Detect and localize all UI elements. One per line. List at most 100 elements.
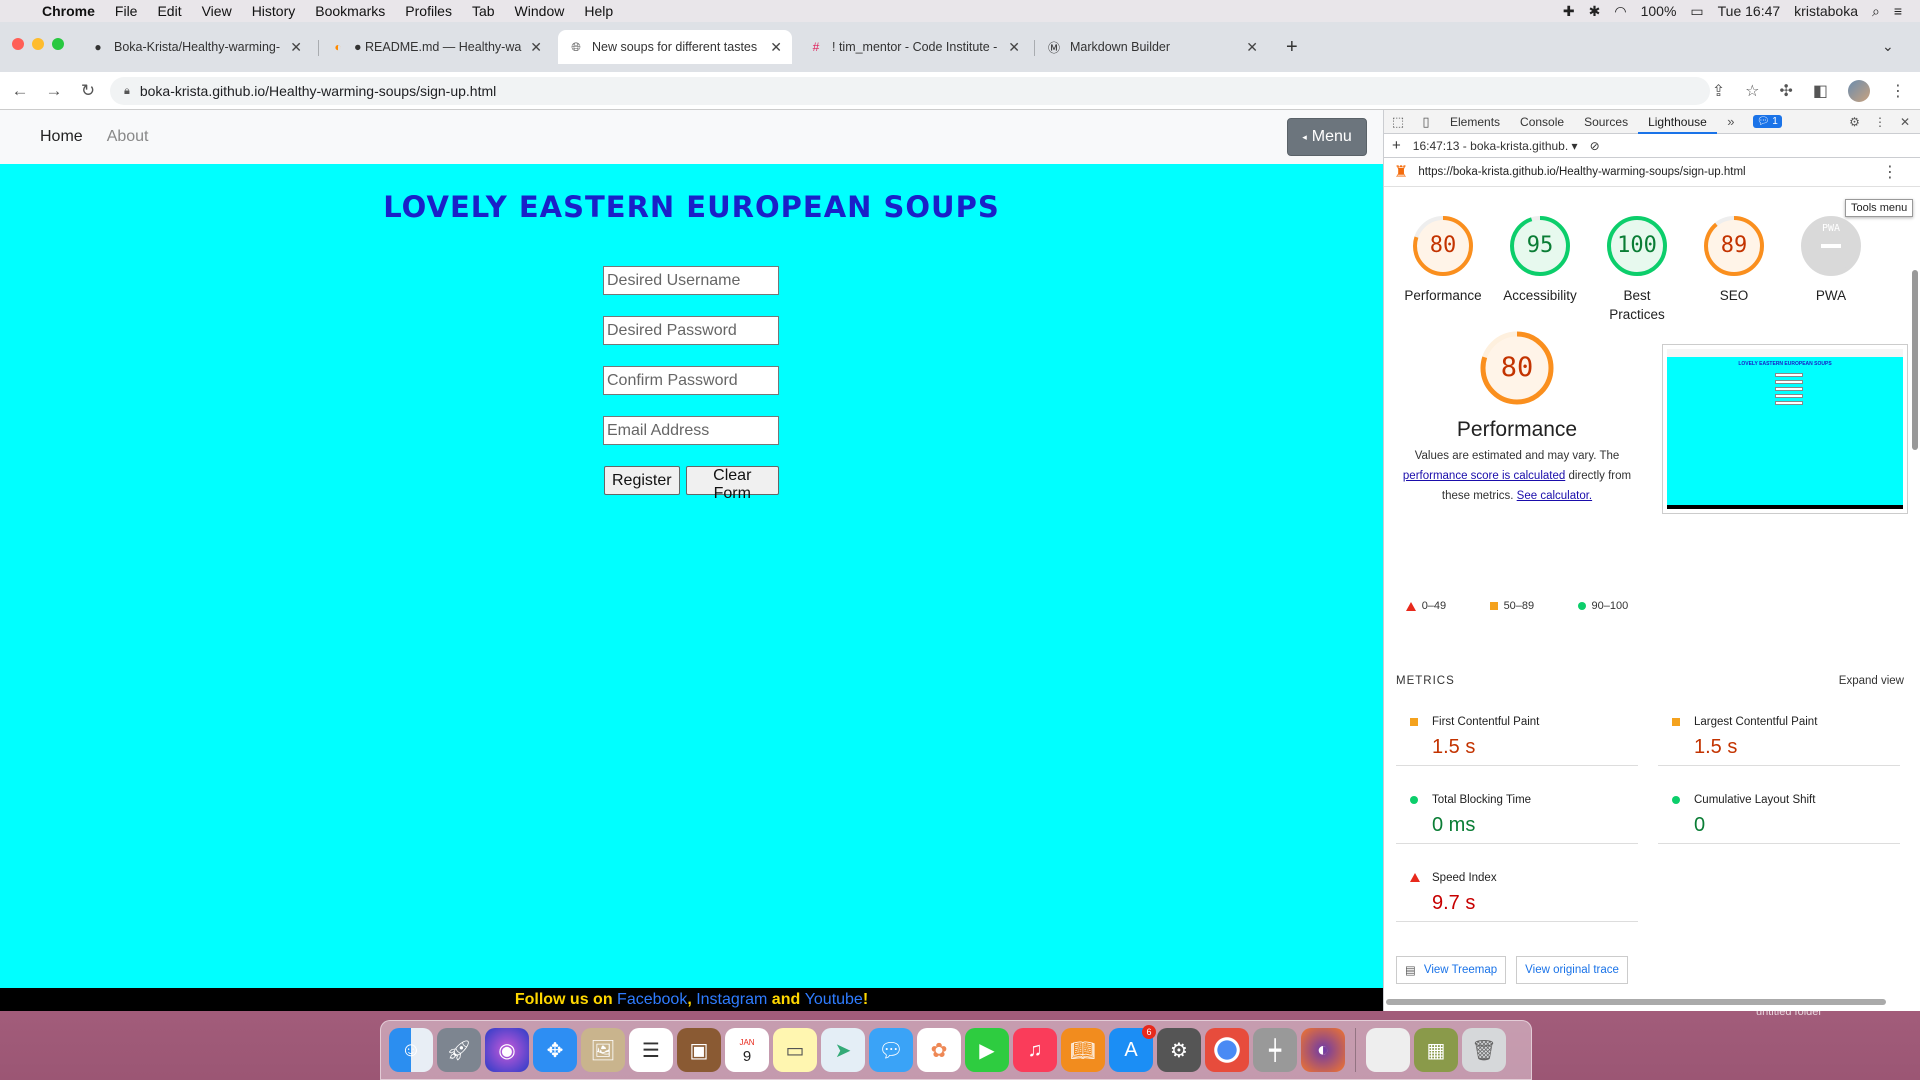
forward-arrow-icon[interactable]: → [40, 81, 68, 101]
app-store-icon[interactable]: A6 [1109, 1025, 1156, 1072]
chrome-icon[interactable] [1205, 1028, 1249, 1072]
user-name[interactable]: kristaboka [1794, 3, 1858, 19]
close-tab-icon[interactable]: ✕ [1008, 39, 1020, 56]
score-gauge-pwa[interactable]: PWA PWA [1792, 214, 1870, 324]
siri-icon[interactable]: ◉ [485, 1028, 529, 1072]
battery-percent[interactable]: 100% [1641, 3, 1677, 19]
devtools-horizontal-scrollbar[interactable] [1386, 999, 1886, 1005]
books-icon[interactable]: 📖︎ [1061, 1028, 1105, 1072]
maps-icon[interactable]: ➤ [821, 1028, 865, 1072]
devtools-tab-console[interactable]: Console [1510, 110, 1574, 134]
new-report-plus-icon[interactable]: + [1392, 137, 1401, 154]
close-devtools-icon[interactable]: ✕ [1900, 115, 1910, 129]
devtools-tab-elements[interactable]: Elements [1440, 110, 1510, 134]
youtube-link[interactable]: Youtube [805, 991, 863, 1008]
report-selector[interactable]: 16:47:13 - boka-krista.github. ▾ [1413, 139, 1578, 153]
view-trace-button[interactable]: View original trace [1516, 956, 1628, 984]
reload-icon[interactable]: ↻ [74, 81, 102, 101]
tab-slack[interactable]: # ! tim_mentor - Code Institute - ✕ [798, 30, 1030, 64]
menu-history[interactable]: History [242, 3, 306, 19]
reminders-icon[interactable]: ☰ [629, 1028, 673, 1072]
tab-markdown-builder[interactable]: Ⓜ Markdown Builder ✕ [1036, 30, 1268, 64]
settings-gear-icon[interactable]: ⚙ [1849, 115, 1860, 129]
inspect-element-icon[interactable]: ⬚ [1384, 114, 1412, 130]
chrome-menu-kebab-icon[interactable]: ⋮ [1890, 81, 1906, 101]
device-toolbar-icon[interactable]: ▯ [1412, 114, 1440, 130]
utility-app-icon[interactable]: ┿ [1253, 1028, 1297, 1072]
register-button[interactable]: Register [604, 466, 680, 495]
instagram-link[interactable]: Instagram [696, 991, 767, 1008]
profile-avatar[interactable] [1848, 80, 1870, 102]
finder-icon[interactable]: ☺ [389, 1028, 433, 1072]
menu-tab[interactable]: Tab [462, 3, 505, 19]
share-icon[interactable]: ⇪ [1712, 81, 1725, 101]
more-tabs-chevron-icon[interactable]: » [1717, 114, 1745, 129]
email-input[interactable] [603, 416, 779, 445]
clear-form-button[interactable]: Clear Form [685, 466, 779, 502]
tab-new-soups[interactable]: 🌐︎ New soups for different tastes ✕ [558, 30, 792, 64]
desktop-stack-icon[interactable]: ▦ [1414, 1028, 1458, 1072]
username-input[interactable] [603, 266, 779, 295]
zoom-window-button[interactable] [52, 38, 64, 50]
lock-icon[interactable]: 🔒︎ [124, 85, 130, 98]
battery-icon[interactable]: ▭ [1690, 3, 1703, 20]
menu-app-name[interactable]: Chrome [32, 3, 105, 19]
close-tab-icon[interactable]: ✕ [290, 39, 302, 56]
menu-view[interactable]: View [192, 3, 242, 19]
messages-icon[interactable]: 💬︎ [869, 1028, 913, 1072]
devtools-vertical-scrollbar[interactable] [1912, 270, 1918, 450]
tools-menu-kebab-icon[interactable]: ⋮ [1882, 162, 1898, 182]
issues-badge[interactable]: 💬︎ 1 [1752, 115, 1782, 128]
confirm-password-input[interactable] [603, 366, 779, 395]
score-gauge-performance[interactable]: 80 Performance [1404, 214, 1482, 324]
spotlight-search-icon[interactable]: ⌕ [1872, 3, 1880, 20]
password-input[interactable] [603, 316, 779, 345]
trash-icon[interactable]: 🗑︎ [1462, 1028, 1506, 1072]
photos-icon[interactable]: ✿ [917, 1028, 961, 1072]
menu-profiles[interactable]: Profiles [395, 3, 462, 19]
clock[interactable]: Tue 16:47 [1718, 3, 1781, 19]
close-tab-icon[interactable]: ✕ [530, 39, 542, 56]
score-gauge-best-practices[interactable]: 100 Best Practices [1598, 214, 1676, 324]
safari-icon[interactable]: ✥ [533, 1028, 577, 1072]
score-gauge-seo[interactable]: 89 SEO [1695, 214, 1773, 324]
menu-button[interactable]: ◂ Menu [1287, 118, 1367, 156]
launchpad-icon[interactable]: 🚀︎ [437, 1028, 481, 1072]
extensions-puzzle-icon[interactable]: ✣ [1779, 81, 1792, 101]
contacts-icon[interactable]: ▣ [677, 1028, 721, 1072]
lighthouse-audited-url[interactable]: https://boka-krista.github.io/Healthy-wa… [1418, 166, 1745, 178]
firefox-icon[interactable]: ◐ [1301, 1028, 1345, 1072]
wifi-icon[interactable]: ◠ [1614, 3, 1626, 20]
desktop-folder-label[interactable]: untitled folder [1756, 1006, 1822, 1018]
close-tab-icon[interactable]: ✕ [1246, 39, 1258, 56]
close-tab-icon[interactable]: ✕ [770, 39, 782, 56]
close-window-button[interactable] [12, 38, 24, 50]
back-arrow-icon[interactable]: ← [6, 81, 34, 101]
see-calculator-link[interactable]: See calculator. [1517, 490, 1592, 502]
address-bar[interactable]: 🔒︎ boka-krista.github.io/Healthy-warming… [110, 77, 1710, 105]
new-tab-button[interactable]: + [1286, 36, 1298, 59]
facetime-icon[interactable]: ▶ [965, 1028, 1009, 1072]
final-screenshot-thumbnail[interactable]: LOVELY EASTERN EUROPEAN SOUPS [1662, 344, 1908, 514]
tab-search-chevron-icon[interactable]: ⌄ [1882, 38, 1894, 55]
menu-edit[interactable]: Edit [147, 3, 191, 19]
music-icon[interactable]: ♫ [1013, 1028, 1057, 1072]
view-treemap-button[interactable]: ▤ View Treemap [1396, 956, 1507, 984]
menu-window[interactable]: Window [505, 3, 575, 19]
control-center-icon[interactable]: ≡ [1894, 3, 1902, 19]
score-gauge-accessibility[interactable]: 95 Accessibility [1501, 214, 1579, 324]
plus-medical-icon[interactable]: ✚ [1563, 3, 1575, 20]
notes-icon[interactable]: ▭ [773, 1028, 817, 1072]
tab-github[interactable]: ● Boka-Krista/Healthy-warming- ✕ [80, 30, 312, 64]
minimize-window-button[interactable] [32, 38, 44, 50]
nav-home-link[interactable]: Home [40, 128, 83, 146]
side-panel-icon[interactable]: ◧ [1813, 81, 1828, 101]
bookmark-star-icon[interactable]: ☆ [1745, 81, 1759, 101]
tab-readme[interactable]: ◐ ● README.md — Healthy-war ✕ [320, 30, 552, 64]
clear-reports-icon[interactable]: ⊘ [1590, 139, 1600, 153]
preview-icon[interactable]: 🖼︎ [581, 1028, 625, 1072]
performance-gauge-large[interactable]: 80 [1479, 330, 1555, 406]
bluetooth-icon[interactable]: ✱ [1589, 3, 1601, 20]
expand-view-toggle[interactable]: Expand view [1839, 675, 1904, 687]
downloads-stack-icon[interactable] [1366, 1028, 1410, 1072]
